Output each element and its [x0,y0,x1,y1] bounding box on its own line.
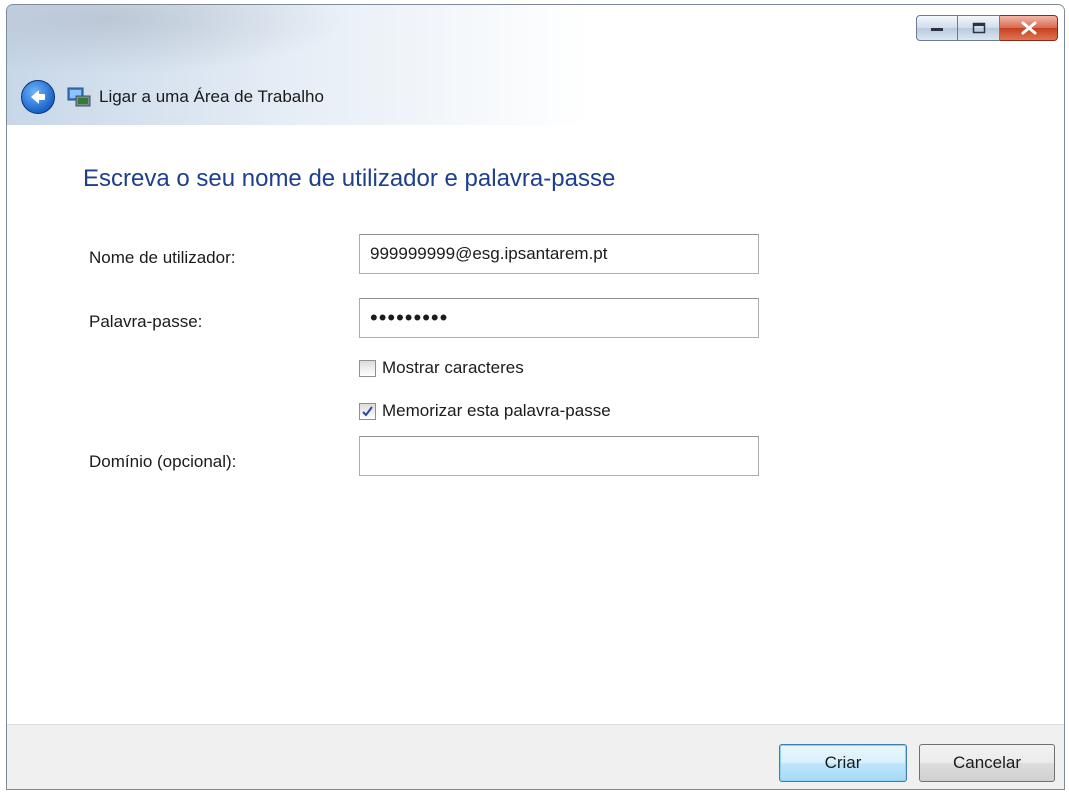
checkmark-icon [362,405,373,417]
username-input[interactable]: 999999999@esg.ipsantarem.pt [359,234,759,274]
show-characters-label: Mostrar caracteres [382,358,524,377]
maximize-button[interactable] [958,15,1000,41]
dialog-window: Ligar a uma Área de Trabalho Escreva o s… [6,4,1065,790]
credentials-panel: Escreva o seu nome de utilizador e palav… [7,125,1064,725]
page-heading: Escreva o seu nome de utilizador e palav… [83,165,616,192]
window-controls [916,15,1058,45]
create-button[interactable]: Criar [779,744,907,782]
show-characters-checkbox[interactable] [359,359,376,377]
title-bar: Ligar a uma Área de Trabalho [7,5,1064,125]
show-characters-row[interactable]: Mostrar caracteres [359,358,524,378]
close-button[interactable] [1000,15,1058,41]
back-button[interactable] [21,80,55,114]
remember-password-label: Memorizar esta palavra-passe [382,401,611,420]
minimize-icon [931,28,943,31]
remember-password-row[interactable]: Memorizar esta palavra-passe [359,401,611,421]
button-bar: Criar Cancelar [7,724,1064,789]
maximize-icon [972,22,985,34]
back-arrow-icon [31,90,45,104]
password-input[interactable]: ••••••••• [359,298,759,338]
navigation-row: Ligar a uma Área de Trabalho [21,79,324,115]
close-icon [1021,21,1036,35]
password-label: Palavra-passe: [89,312,203,331]
username-label: Nome de utilizador: [89,248,236,267]
domain-input[interactable] [359,436,759,476]
minimize-button[interactable] [916,15,958,41]
cancel-button[interactable]: Cancelar [919,744,1055,782]
window-title: Ligar a uma Área de Trabalho [99,87,324,106]
domain-label: Domínio (opcional): [89,452,237,471]
remember-password-checkbox[interactable] [359,402,376,420]
title-bar-glare [7,5,347,75]
remote-desktop-icon [67,87,91,107]
